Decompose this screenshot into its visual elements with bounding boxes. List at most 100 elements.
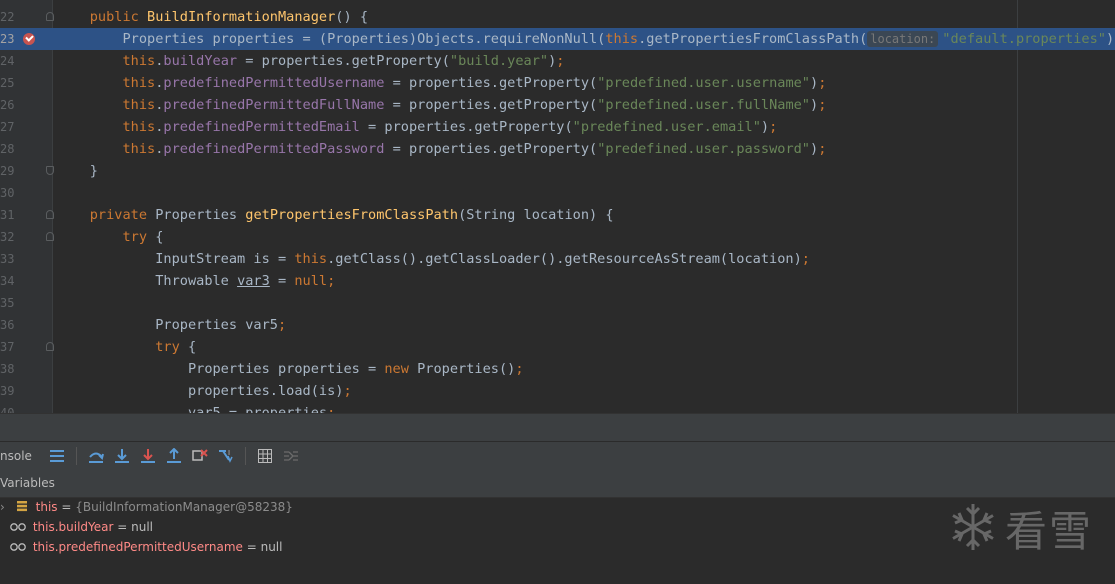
code-token: ; (343, 383, 352, 399)
evaluate-expression-icon[interactable] (257, 448, 273, 464)
code-token: () { (335, 9, 369, 25)
line-number[interactable]: 32 (0, 226, 14, 248)
line-number[interactable]: 33 (0, 248, 14, 270)
code-token: ; (818, 141, 827, 157)
fold-icon[interactable] (46, 232, 54, 241)
code-line[interactable]: 33 InputStream is = this.getClass().getC… (0, 248, 1115, 270)
breakpoint-icon[interactable] (23, 33, 35, 45)
code-token: ; (801, 251, 810, 267)
line-number[interactable]: 35 (0, 292, 14, 314)
code-line[interactable]: 32 try { (0, 226, 1115, 248)
code-token: ; (277, 317, 287, 333)
code-token: Properties properties = (Properties)Obje… (57, 31, 606, 47)
code-line[interactable]: 37 try { (0, 336, 1115, 358)
code-token: ; (556, 53, 565, 69)
code-token: "predefined.user.username" (597, 75, 810, 91)
code-token: = properties.getProperty( (384, 75, 598, 91)
fold-icon[interactable] (46, 342, 54, 351)
code-token: .getPropertiesFromClassPath( (638, 31, 868, 47)
code-token: predefinedPermittedUsername (163, 75, 385, 91)
code-line[interactable]: 25 this.predefinedPermittedUsername = pr… (0, 72, 1115, 94)
code-token: .getClass().getClassLoader().getResource… (327, 251, 802, 267)
step-over-icon[interactable] (88, 448, 104, 464)
fold-icon[interactable] (46, 166, 54, 175)
code-token: ) (810, 97, 819, 113)
debug-panel-header (0, 413, 1115, 442)
line-number[interactable]: 29 (0, 160, 14, 182)
code-text: InputStream is = this.getClass().getClas… (57, 248, 810, 270)
variable-value: null (260, 540, 283, 554)
variable-row[interactable]: this.predefinedPermittedUsername = null (10, 537, 282, 557)
code-editor[interactable]: 22 public BuildInformationManager() {23 … (0, 0, 1115, 413)
console-tab[interactable]: nsole (0, 449, 32, 463)
variable-row[interactable]: › this = {BuildInformationManager@58238} (0, 497, 293, 517)
code-text: this.buildYear = properties.getProperty(… (57, 50, 564, 72)
svg-text:I: I (228, 449, 230, 457)
expand-arrow-icon[interactable]: › (0, 497, 10, 517)
code-token: BuildInformationManager (147, 9, 336, 25)
code-token: "predefined.user.password" (597, 141, 810, 157)
code-line[interactable]: 38 Properties properties = new Propertie… (0, 358, 1115, 380)
code-token: = properties.getProperty( (237, 53, 450, 69)
variable-name: this.buildYear (32, 520, 114, 534)
variable-equals: = (242, 540, 261, 554)
line-number[interactable]: 31 (0, 204, 14, 226)
code-token: ) (760, 119, 770, 135)
code-token: this (122, 53, 156, 69)
code-line[interactable]: 40 var5 = properties; (0, 402, 1115, 413)
code-token: this (122, 75, 156, 91)
line-number[interactable]: 37 (0, 336, 14, 358)
code-line[interactable]: 29 } (0, 160, 1115, 182)
line-number[interactable]: 27 (0, 116, 14, 138)
code-token: Properties() (417, 361, 516, 377)
code-line[interactable]: 31 private Properties getPropertiesFromC… (0, 204, 1115, 226)
code-line[interactable]: 27 this.predefinedPermittedEmail = prope… (0, 116, 1115, 138)
force-step-into-icon[interactable] (140, 448, 156, 464)
line-number[interactable]: 36 (0, 314, 14, 336)
code-line[interactable]: 26 this.predefinedPermittedFullName = pr… (0, 94, 1115, 116)
code-token: ) (810, 141, 819, 157)
code-line[interactable]: 39 properties.load(is); (0, 380, 1115, 402)
step-out-icon[interactable] (166, 448, 182, 464)
line-number[interactable]: 22 (0, 6, 14, 28)
line-number[interactable]: 23 (0, 28, 14, 50)
code-token: ; (327, 273, 336, 289)
fold-icon[interactable] (46, 12, 54, 21)
line-number[interactable]: 26 (0, 94, 14, 116)
line-number[interactable]: 34 (0, 270, 14, 292)
line-number[interactable]: 38 (0, 358, 14, 380)
code-line[interactable]: 35 (0, 292, 1115, 314)
code-line[interactable]: 36 Properties var5; (0, 314, 1115, 336)
variable-row[interactable]: this.buildYear = null (10, 517, 153, 537)
code-line[interactable]: 23 Properties properties = (Properties)O… (0, 28, 1115, 50)
code-text: Properties properties = (Properties)Obje… (57, 28, 1115, 50)
line-number[interactable]: 25 (0, 72, 14, 94)
step-into-icon[interactable] (114, 448, 130, 464)
run-to-cursor-icon[interactable]: I (218, 448, 234, 464)
watermark: 看雪 (947, 498, 1093, 559)
code-line[interactable]: 22 public BuildInformationManager() { (0, 6, 1115, 28)
variables-header: Variables (0, 470, 1115, 498)
code-token: predefinedPermittedFullName (163, 97, 385, 113)
code-line[interactable]: 24 this.buildYear = properties.getProper… (0, 50, 1115, 72)
drop-frame-icon[interactable] (192, 448, 208, 464)
code-line[interactable]: 28 this.predefinedPermittedPassword = pr… (0, 138, 1115, 160)
line-number[interactable]: 28 (0, 138, 14, 160)
code-line[interactable]: 30 (0, 182, 1115, 204)
trace-stream-icon[interactable] (283, 448, 299, 464)
code-line[interactable]: 34 Throwable var3 = null; (0, 270, 1115, 292)
code-lines[interactable]: 22 public BuildInformationManager() {23 … (0, 6, 1115, 413)
layout-icon[interactable] (49, 448, 65, 464)
code-text: private Properties getPropertiesFromClas… (57, 204, 614, 226)
line-number[interactable]: 24 (0, 50, 14, 72)
line-number[interactable]: 39 (0, 380, 14, 402)
fold-icon[interactable] (46, 210, 54, 219)
code-token: this (122, 141, 156, 157)
line-number[interactable]: 30 (0, 182, 14, 204)
line-number[interactable]: 40 (0, 402, 14, 413)
code-text: var5 = properties; (57, 402, 335, 413)
code-token: ) (810, 75, 819, 91)
code-token: ; (818, 97, 827, 113)
